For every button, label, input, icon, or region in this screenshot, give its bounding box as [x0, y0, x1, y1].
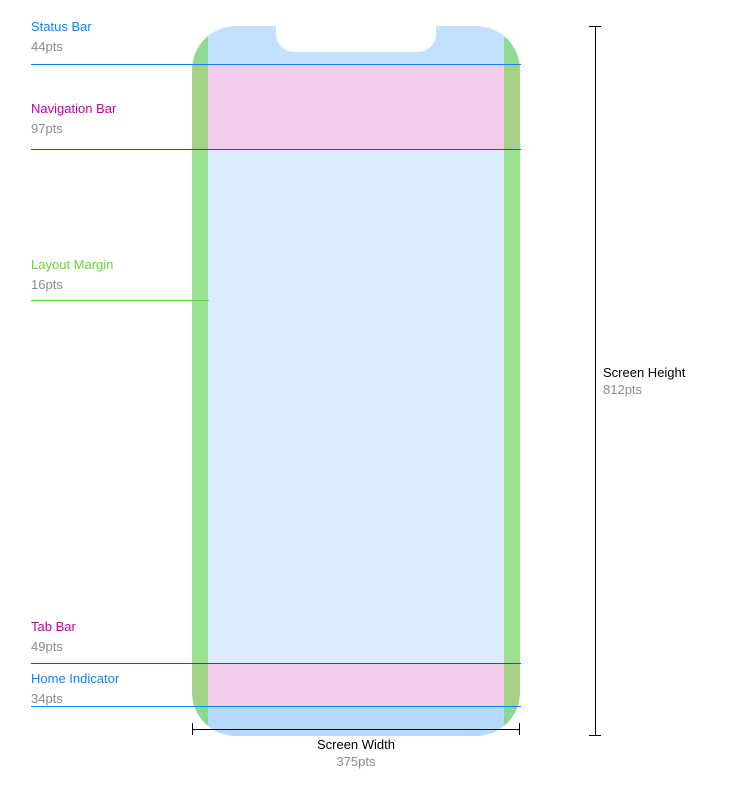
label-status-bar: Status Bar 44pts	[31, 18, 181, 55]
label-value: 16pts	[31, 276, 181, 294]
region-tab-bar	[192, 663, 520, 706]
label-title: Screen Width	[192, 737, 520, 752]
label-title: Screen Height	[603, 365, 708, 380]
dimension-label-width: Screen Width 375pts	[192, 737, 520, 769]
label-value: 34pts	[31, 690, 181, 708]
label-navigation-bar: Navigation Bar 97pts	[31, 100, 181, 137]
label-value: 97pts	[31, 120, 181, 138]
label-value: 375pts	[192, 754, 520, 769]
rule-tab-bar	[31, 663, 521, 664]
label-tab-bar: Tab Bar 49pts	[31, 618, 181, 655]
label-title: Tab Bar	[31, 618, 181, 636]
dimension-label-height: Screen Height 812pts	[603, 365, 708, 397]
device-notch	[276, 26, 436, 52]
label-title: Status Bar	[31, 18, 181, 36]
label-title: Layout Margin	[31, 256, 181, 274]
rule-home-indicator	[31, 706, 521, 707]
phone-outline	[192, 26, 520, 736]
region-navigation-bar	[192, 64, 520, 149]
dimension-width: Screen Width 375pts	[192, 729, 520, 769]
layout-margin-left	[192, 26, 208, 736]
label-title: Navigation Bar	[31, 100, 181, 118]
label-value: 49pts	[31, 638, 181, 656]
region-content-area	[192, 149, 520, 663]
label-title: Home Indicator	[31, 670, 181, 688]
label-home-indicator: Home Indicator 34pts	[31, 670, 181, 707]
label-value: 812pts	[603, 382, 708, 397]
layout-margin-right	[504, 26, 520, 736]
dimension-line-height	[595, 26, 596, 736]
dimension-line-width	[192, 729, 520, 730]
label-value: 44pts	[31, 38, 181, 56]
rule-status-bar	[31, 64, 521, 65]
rule-navigation-bar	[31, 149, 521, 150]
rule-layout-margin	[31, 300, 209, 301]
diagram-stage: Status Bar 44pts Navigation Bar 97pts La…	[0, 0, 736, 799]
label-layout-margin: Layout Margin 16pts	[31, 256, 181, 293]
